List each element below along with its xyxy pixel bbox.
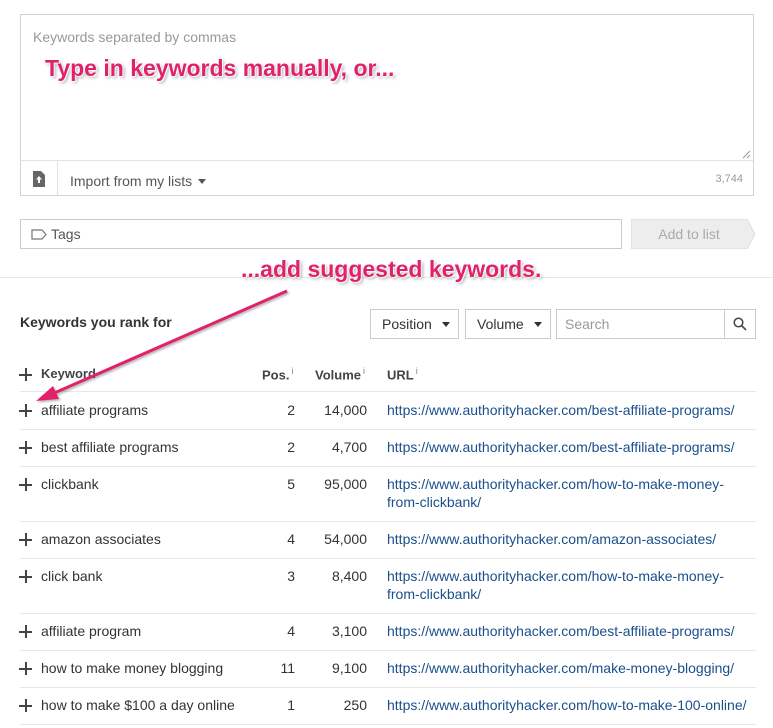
url-link[interactable]: https://www.authorityhacker.com/amazon-a… [387,530,752,548]
row-divider [20,613,756,614]
row-divider [20,724,756,725]
volume-filter-label: Volume [477,316,524,332]
url-line: from-clickbank/ [387,586,482,602]
volume-filter-dropdown[interactable]: Volume [465,309,551,339]
add-keyword-plus-icon[interactable] [19,533,33,547]
keyword-cell: click bank [41,568,103,584]
section-title: Keywords you rank for [20,314,172,330]
position-filter-label: Position [382,316,432,332]
info-icon: i [291,366,294,376]
tags-field [20,219,622,249]
import-from-lists-label: Import from my lists [70,173,193,189]
keywords-input-footer: Import from my lists 3,744 [21,161,753,195]
volume-cell: 8,400 [331,568,367,584]
url-line: https://www.authorityhacker.com/how-to-m… [387,476,724,492]
search-button[interactable] [724,310,755,338]
row-divider [20,650,756,651]
tag-icon [31,229,47,240]
url-link[interactable]: https://www.authorityhacker.com/make-mon… [387,659,752,677]
url-line: from-clickbank/ [387,494,482,510]
column-header-volume-label: Volume [315,367,361,383]
search-box [556,309,756,339]
keyword-cell: amazon associates [41,531,161,547]
url-line: https://www.authorityhacker.com/best-aff… [387,439,735,455]
position-cell: 4 [287,531,295,547]
url-link[interactable]: https://www.authorityhacker.com/best-aff… [387,622,752,640]
add-keyword-plus-icon[interactable] [19,699,33,713]
column-header-url-label: URL [387,367,414,383]
add-keyword-plus-icon[interactable] [19,570,33,584]
chevron-down-icon [533,322,542,327]
add-keyword-plus-icon[interactable] [19,441,33,455]
annotation-type-keywords: Type in keywords manually, or... [45,55,395,81]
volume-cell: 54,000 [324,531,367,547]
row-divider [20,687,756,688]
add-keyword-plus-icon[interactable] [19,478,33,492]
url-link[interactable]: https://www.authorityhacker.com/how-to-m… [387,475,752,511]
add-keyword-plus-icon[interactable] [19,404,33,418]
file-upload-icon[interactable] [32,171,46,187]
info-icon: i [363,366,365,376]
url-line: https://www.authorityhacker.com/best-aff… [387,623,735,639]
column-header-pos-label: Pos. [262,367,290,383]
keywords-input-box: Import from my lists 3,744 [20,14,754,196]
keyword-cell: how to make $100 a day online [41,697,235,713]
add-all-plus-icon[interactable] [19,368,33,382]
position-cell: 2 [287,402,295,418]
url-line: https://www.authorityhacker.com/best-aff… [387,402,735,418]
position-cell: 2 [287,439,295,455]
keyword-cell: clickbank [41,476,99,492]
chevron-down-icon [198,179,207,184]
chevron-down-icon [441,322,450,327]
add-to-list-label: Add to list [658,226,720,242]
volume-cell: 95,000 [324,476,367,492]
position-cell: 3 [287,568,295,584]
position-filter-dropdown[interactable]: Position [370,309,459,339]
keyword-cell: affiliate programs [41,402,149,418]
volume-cell: 14,000 [324,402,367,418]
url-link[interactable]: https://www.authorityhacker.com/best-aff… [387,438,752,456]
keyword-cell: how to make money blogging [41,660,224,676]
position-cell: 1 [287,697,295,713]
volume-cell: 9,100 [331,660,367,676]
tags-input[interactable] [51,220,611,248]
volume-cell: 3,100 [331,623,367,639]
column-header-url: URL i [387,366,418,382]
column-header-pos[interactable]: Pos. i [262,366,293,382]
row-divider [20,521,756,522]
info-icon: i [415,366,418,376]
keyword-cell: affiliate program [41,623,142,639]
url-link[interactable]: https://www.authorityhacker.com/how-to-m… [387,567,752,603]
volume-cell: 250 [343,697,367,713]
footer-separator [57,161,58,195]
url-line: https://www.authorityhacker.com/how-to-m… [387,568,724,584]
add-keyword-plus-icon[interactable] [19,625,33,639]
position-cell: 4 [287,623,295,639]
row-divider [20,558,756,559]
header-divider [20,391,756,392]
url-link[interactable]: https://www.authorityhacker.com/best-aff… [387,401,752,419]
column-header-volume[interactable]: Volume i [315,366,365,382]
add-to-list-button[interactable]: Add to list [631,219,755,249]
position-cell: 11 [280,660,295,676]
keywords-textarea[interactable] [21,15,753,161]
position-cell: 5 [287,476,295,492]
url-line: https://www.authorityhacker.com/make-mon… [387,660,735,676]
annotation-add-suggested: ...add suggested keywords. [241,256,542,282]
add-keyword-plus-icon[interactable] [19,662,33,676]
url-link[interactable]: https://www.authorityhacker.com/how-to-m… [387,696,752,714]
search-input[interactable] [565,310,725,338]
character-count: 3,744 [715,173,743,185]
url-line: https://www.authorityhacker.com/amazon-a… [387,531,717,547]
magnifier-icon [733,317,747,331]
resize-grip-icon[interactable] [741,149,751,159]
url-line: https://www.authorityhacker.com/how-to-m… [387,697,747,713]
column-header-keyword[interactable]: Keyword [41,366,96,381]
row-divider [20,429,756,430]
import-from-lists-dropdown[interactable]: Import from my lists [70,161,207,195]
volume-cell: 4,700 [331,439,367,455]
keyword-cell: best affiliate programs [41,439,179,455]
row-divider [20,466,756,467]
